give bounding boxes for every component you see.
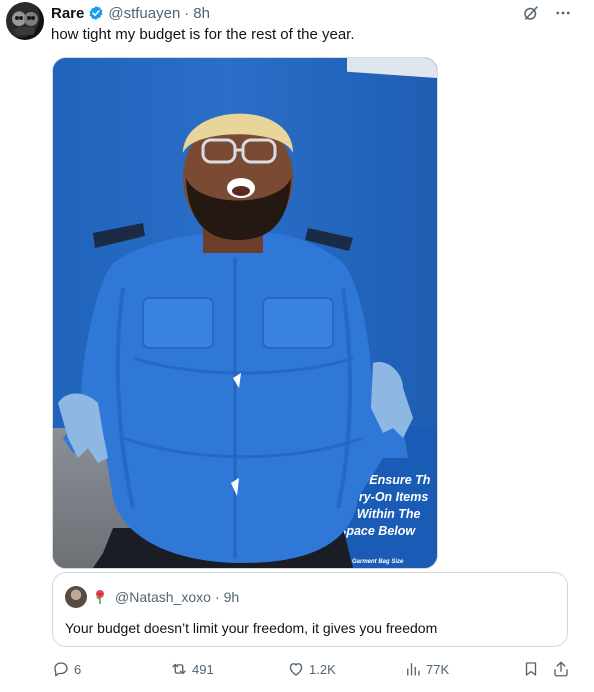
bookmark-button[interactable] bbox=[522, 660, 544, 678]
reply-icon bbox=[54, 662, 68, 677]
bookmark-icon bbox=[525, 662, 537, 676]
tweet-header: Rare @stfuayen · 8h bbox=[51, 3, 210, 23]
separator-dot: · bbox=[184, 4, 190, 22]
avatar-image bbox=[12, 12, 38, 35]
author-handle[interactable]: @stfuayen bbox=[108, 5, 180, 22]
more-icon[interactable] bbox=[554, 4, 572, 22]
like-button[interactable]: 1.2K bbox=[287, 660, 336, 678]
quoted-handle[interactable]: @Natash_xoxo bbox=[115, 589, 211, 605]
verified-badge-icon bbox=[89, 6, 103, 20]
like-count: 1.2K bbox=[309, 661, 336, 677]
quoted-header: @Natash_xoxo · 9h bbox=[93, 587, 239, 607]
tweet-media[interactable]: ease Ensure Th Carry-On Items Fit Within… bbox=[52, 57, 438, 569]
quoted-time[interactable]: 9h bbox=[224, 589, 240, 605]
share-icon bbox=[554, 661, 568, 677]
repost-icon bbox=[172, 663, 186, 675]
avatar[interactable] bbox=[6, 2, 44, 40]
media-person-illustration bbox=[58, 113, 413, 568]
tweet-actions: 6 491 1.2K 77K bbox=[0, 660, 594, 684]
tweet-text: how tight my budget is for the rest of t… bbox=[51, 26, 355, 43]
reply-count: 6 bbox=[74, 661, 82, 677]
views-count: 77K bbox=[426, 661, 450, 677]
header-actions bbox=[522, 4, 572, 22]
author-name[interactable]: Rare bbox=[51, 5, 84, 22]
like-icon bbox=[289, 663, 303, 676]
quoted-tweet[interactable]: @Natash_xoxo · 9h Your budget doesn’t li… bbox=[52, 572, 568, 647]
reply-button[interactable]: 6 bbox=[52, 660, 81, 678]
views-icon bbox=[407, 663, 420, 676]
repost-count: 491 bbox=[192, 661, 214, 677]
tweet[interactable]: Rare @stfuayen · 8h how tight my budget … bbox=[0, 0, 594, 692]
share-button[interactable] bbox=[552, 660, 574, 678]
repost-button[interactable]: 491 bbox=[170, 660, 214, 678]
grok-icon[interactable] bbox=[522, 4, 540, 22]
separator-dot: · bbox=[214, 589, 220, 605]
rose-emoji-icon bbox=[96, 590, 104, 604]
views-button[interactable]: 77K bbox=[404, 660, 449, 678]
quoted-avatar[interactable] bbox=[65, 586, 87, 608]
quoted-text: Your budget doesn’t limit your freedom, … bbox=[65, 620, 438, 636]
tweet-time[interactable]: 8h bbox=[193, 5, 210, 22]
